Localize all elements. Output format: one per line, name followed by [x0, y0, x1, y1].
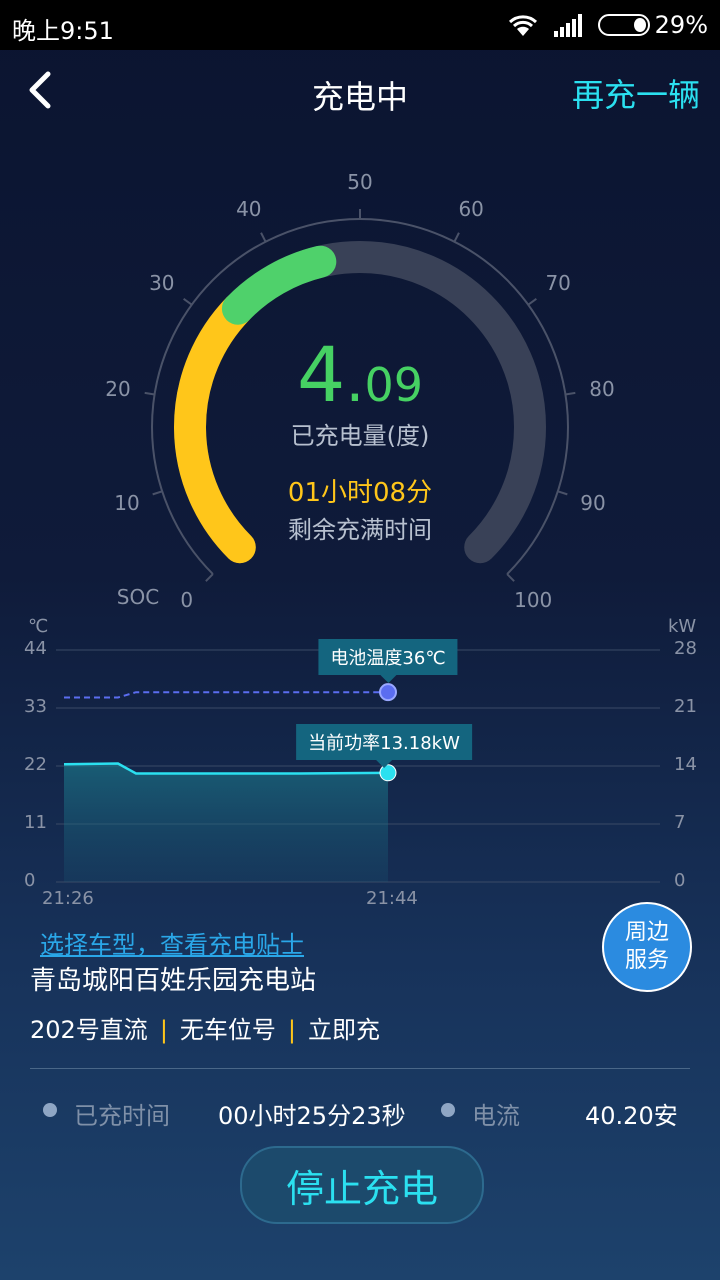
right-tick-label: 7 — [674, 812, 686, 833]
gauge-tick-label: 30 — [149, 271, 175, 295]
right-axis-unit: kW — [668, 616, 697, 637]
left-tick-label: 22 — [24, 754, 47, 775]
status-bar: 晚上9:51 29% — [0, 0, 720, 50]
gauge-tick — [506, 573, 515, 582]
station-name: 青岛城阳百姓乐园充电站 — [30, 966, 317, 996]
charging-chart: 44 28 33 21 22 14 11 7 0 0 21:26 21:44 ℃ kW 电池温度36℃… — [0, 610, 720, 910]
left-tick-label: 44 — [24, 638, 47, 659]
pile-number: 202号直流 — [30, 1016, 148, 1044]
gauge-tick-label: 40 — [236, 196, 262, 221]
gauge-tick — [183, 298, 193, 306]
x-tick-label: 21:26 — [42, 888, 94, 909]
right-tick-label: 14 — [674, 754, 697, 775]
gauge-tick — [260, 232, 267, 243]
parking-space: 无车位号 — [179, 1016, 276, 1044]
stop-charging-button[interactable]: 停止充电 — [240, 1146, 484, 1224]
charge-mode: 立即充 — [308, 1016, 380, 1044]
status-time: 晚上9:51 — [12, 17, 114, 45]
current-dot — [441, 1103, 455, 1117]
recharge-another-button[interactable]: 再充一辆 — [572, 70, 700, 116]
current-label: 电流 — [472, 1102, 520, 1130]
current-value: 40.20安 — [585, 1102, 678, 1130]
battery-icon — [598, 14, 650, 36]
charged-energy-dot: . — [345, 346, 365, 416]
charged-energy-int: 4 — [297, 330, 346, 419]
power-area — [64, 763, 388, 882]
gauge-soc-high — [221, 245, 337, 325]
vehicle-tips-link[interactable]: 选择车型，查看充电贴士 — [40, 925, 304, 960]
station-meta: 202号直流 | 无车位号 | 立即充 — [30, 1010, 380, 1045]
remaining-time-value: 01小时08分 — [287, 478, 433, 508]
meta-separator: | — [159, 1016, 168, 1044]
charge-gauge: 0 10 20 30 40 50 60 70 80 90 100 4.09 已充电量(度) 01小时… — [0, 160, 720, 620]
temp-tooltip: 电池温度36℃ — [318, 639, 458, 683]
divider — [30, 1068, 690, 1069]
charged-time-dot — [43, 1103, 57, 1117]
right-tick-label: 21 — [674, 696, 697, 717]
wifi-icon — [508, 15, 538, 36]
header: 充电中 再充一辆 — [0, 50, 720, 130]
charged-energy-value: 4.09 — [0, 330, 720, 419]
gauge-tick — [205, 573, 214, 582]
battery-percent: 29% — [654, 11, 708, 39]
left-tick-label: 33 — [24, 696, 47, 717]
signal-icon — [554, 14, 582, 37]
left-tick-label: 0 — [24, 870, 36, 891]
nearby-line-1: 周边 — [624, 920, 669, 945]
power-tooltip: 当前功率13.18kW — [296, 724, 472, 768]
left-tick-label: 11 — [24, 812, 47, 833]
gauge-tick — [453, 232, 460, 243]
gauge-tick-label: 70 — [545, 271, 571, 295]
charged-time-label: 已充时间 — [74, 1102, 170, 1130]
gauge-tick — [527, 298, 537, 306]
soc-label: SOC — [116, 585, 160, 609]
nearby-services-button[interactable]: 周边 服务 — [602, 902, 692, 992]
left-axis-unit: ℃ — [28, 616, 49, 637]
charged-time-value: 00小时25分23秒 — [218, 1102, 406, 1130]
gauge-tick-label: 50 — [347, 170, 373, 194]
gauge-tick-label: 0 — [180, 588, 194, 613]
x-tick-label: 21:44 — [366, 888, 418, 909]
nearby-line-2: 服务 — [624, 948, 669, 973]
gauge-tick-label: 100 — [514, 588, 553, 613]
remaining-time-label: 剩余充满时间 — [288, 516, 432, 544]
meta-separator: | — [287, 1016, 296, 1044]
gauge-tick-label: 60 — [458, 196, 484, 221]
charged-energy-decimal: 09 — [364, 358, 423, 412]
temp-line — [64, 691, 388, 699]
right-tick-label: 28 — [674, 638, 697, 659]
charged-energy-label: 已充电量(度) — [290, 422, 430, 450]
right-tick-label: 0 — [674, 870, 686, 891]
temp-point — [379, 683, 397, 702]
